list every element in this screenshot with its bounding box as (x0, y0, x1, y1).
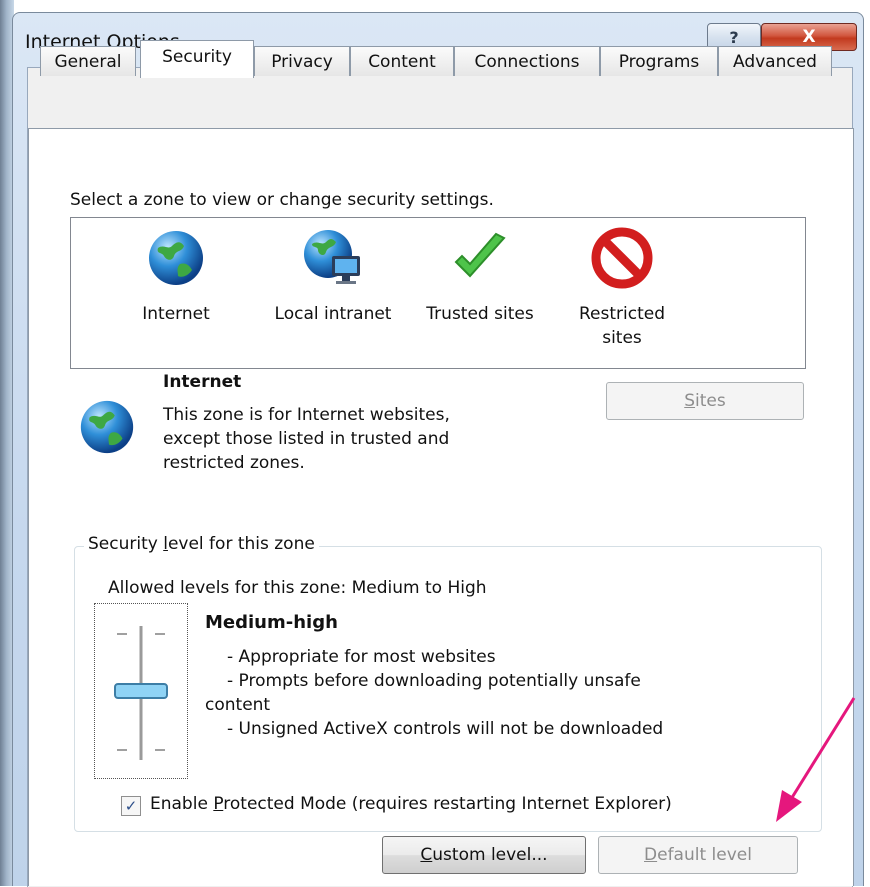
zone-label: Trusted sites (426, 304, 534, 324)
sites-button[interactable]: Sites (606, 382, 804, 420)
tab-label: Advanced (733, 51, 817, 72)
zone-restricted-sites[interactable]: Restricted sites (547, 218, 697, 368)
tab-advanced[interactable]: Advanced (718, 46, 832, 76)
zone-local-intranet[interactable]: Local intranet (249, 218, 417, 368)
zone-label: Restricted sites (578, 304, 665, 348)
no-entry-icon (591, 227, 653, 289)
protected-mode-checkbox[interactable]: ✓ (121, 796, 141, 816)
checkmark-icon (454, 232, 506, 278)
tab-label: Content (368, 51, 436, 72)
zone-select-prompt: Select a zone to view or change security… (70, 190, 494, 210)
slider-thumb (114, 683, 168, 699)
tab-content[interactable]: Content (350, 46, 454, 76)
checkmark-glyph: ✓ (124, 797, 138, 815)
protected-mode-label: Enable Protected Mode (requires restarti… (150, 794, 672, 814)
level-name: Medium-high (205, 612, 338, 633)
tab-security[interactable]: Security (140, 40, 254, 78)
security-level-legend: Security level for this zone (84, 534, 319, 554)
annotation-arrow-icon (776, 697, 856, 822)
selected-zone-globe-icon (80, 400, 134, 454)
allowed-levels-text: Allowed levels for this zone: Medium to … (108, 578, 487, 598)
globe-icon (149, 231, 203, 285)
zone-label: Internet (142, 304, 210, 324)
selected-zone-description: This zone is for Internet websites, exce… (163, 405, 450, 473)
zone-internet[interactable]: Internet (101, 218, 251, 368)
slider-track (114, 626, 168, 760)
tab-label: Security (162, 47, 232, 67)
zone-trusted-sites[interactable]: Trusted sites (401, 218, 559, 368)
tab-label: General (54, 51, 122, 72)
custom-level-button[interactable]: Custom level... (382, 836, 586, 874)
tab-label: Privacy (271, 51, 333, 72)
help-icon: ? (729, 27, 739, 47)
tab-general[interactable]: General (40, 46, 136, 76)
zone-label: Local intranet (274, 304, 392, 324)
tab-programs[interactable]: Programs (600, 46, 718, 76)
level-details: - Appropriate for most websites - Prompt… (205, 647, 664, 739)
tab-connections[interactable]: Connections (454, 46, 600, 76)
selected-zone-title: Internet (163, 372, 242, 392)
tab-privacy[interactable]: Privacy (254, 46, 350, 76)
tab-label: Programs (618, 51, 700, 72)
close-icon: X (802, 27, 816, 47)
intranet-icon (304, 230, 360, 284)
security-level-slider[interactable] (94, 603, 188, 779)
default-level-button[interactable]: Default level (598, 836, 798, 874)
tab-label: Connections (474, 51, 580, 72)
zone-list: Internet Local intranet Trusted sites Re… (70, 217, 806, 369)
